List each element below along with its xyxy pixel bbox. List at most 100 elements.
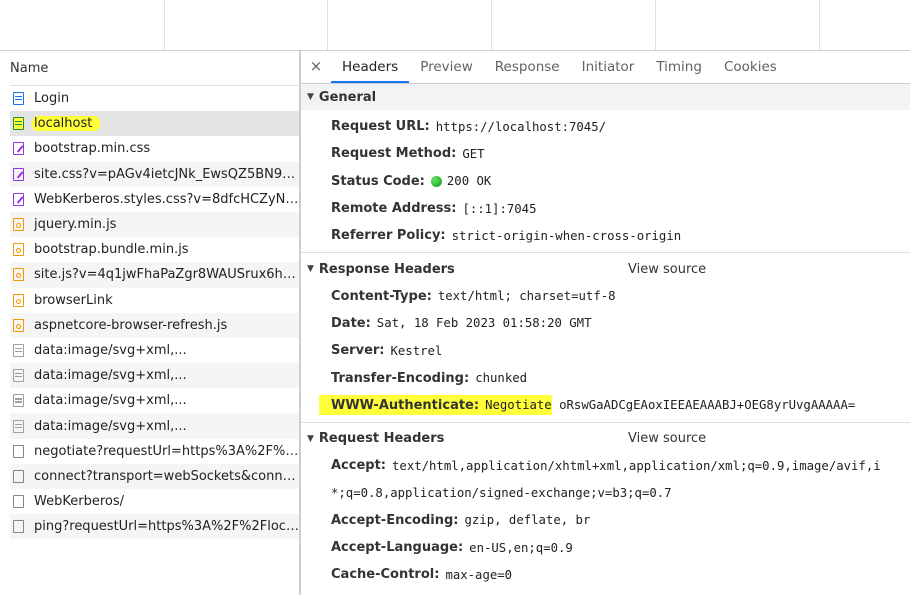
- header-row-transfer-encoding: Transfer-Encoding: chunked: [301, 364, 910, 391]
- request-list: Login localhost bootstrap.min.css site.css?…: [10, 86, 299, 540]
- section-title: General: [318, 89, 377, 105]
- request-headers-header[interactable]: ▼ Request Headers View source: [301, 426, 910, 452]
- request-name: Login: [34, 91, 70, 107]
- header-key: Accept-Language:: [331, 540, 464, 555]
- header-row-date: Date: Sat, 18 Feb 2023 01:58:20 GMT: [301, 310, 910, 337]
- request-name: WebKerberos/: [34, 494, 124, 510]
- file-icon: [13, 520, 24, 534]
- response-headers-section: ▼ Response Headers View source Content-T…: [301, 256, 910, 423]
- header-value: max-age=0: [445, 567, 513, 582]
- section-title: Request Headers: [318, 431, 445, 447]
- header-key: Cache-Control:: [331, 567, 440, 583]
- request-row[interactable]: localhost: [10, 111, 299, 137]
- header-value: text/html; charset=utf-8: [437, 289, 616, 304]
- request-name: bootstrap.bundle.min.js: [34, 242, 189, 258]
- request-name: bootstrap.min.css: [34, 141, 151, 157]
- header-row-referrer-policy: Referrer Policy: strict-origin-when-cros…: [301, 222, 910, 249]
- file-icon: [13, 444, 24, 458]
- status-ok-icon: [430, 175, 442, 187]
- request-row[interactable]: WebKerberos/: [10, 489, 299, 514]
- request-name: localhost: [32, 116, 101, 132]
- image-icon: [13, 394, 24, 408]
- caret-down-icon: ▼: [307, 264, 314, 275]
- request-row[interactable]: bootstrap.bundle.min.js: [10, 237, 299, 262]
- header-key: Accept-Encoding:: [331, 512, 459, 528]
- request-row[interactable]: ping?requestUrl=https%3A%2F%2Floca...: [10, 514, 299, 540]
- header-value: *;q=0.8,application/signed-exchange;v=b3…: [331, 485, 672, 500]
- request-headers-section: ▼ Request Headers View source Accept: te…: [301, 426, 910, 588]
- tab-timing[interactable]: Timing: [645, 59, 713, 83]
- stylesheet-icon: [13, 192, 24, 206]
- image-icon: [13, 343, 24, 357]
- tab-preview[interactable]: Preview: [409, 59, 484, 83]
- view-source-link[interactable]: View source: [628, 431, 706, 446]
- header-row-server: Server: Kestrel: [301, 337, 910, 364]
- header-value-highlighted: Negotiate: [485, 398, 552, 413]
- request-row[interactable]: data:image/svg+xml,...: [10, 338, 299, 363]
- script-icon: [13, 243, 24, 257]
- request-row[interactable]: data:image/svg+xml,...: [10, 413, 299, 439]
- header-value: strict-origin-when-cross-origin: [451, 228, 682, 243]
- name-column-header[interactable]: Name: [10, 51, 299, 86]
- close-icon[interactable]: ×: [301, 57, 331, 83]
- caret-down-icon: ▼: [307, 433, 314, 444]
- tab-headers[interactable]: Headers: [331, 59, 410, 83]
- request-name: site.js?v=4q1jwFhaPaZgr8WAUSrux6hA...: [34, 267, 299, 283]
- request-row[interactable]: aspnetcore-browser-refresh.js: [10, 312, 299, 338]
- stylesheet-icon: [13, 142, 24, 156]
- script-icon: [13, 318, 24, 332]
- header-row-accept-continued: *;q=0.8,application/signed-exchange;v=b3…: [301, 479, 910, 506]
- file-icon: [13, 469, 24, 483]
- general-section-header[interactable]: ▼ General: [301, 84, 910, 110]
- header-key: Content-Type:: [331, 288, 432, 304]
- request-row[interactable]: site.css?v=pAGv4ietcJNk_EwsQZ5BN9-...: [10, 161, 299, 187]
- header-value: GET: [462, 146, 485, 161]
- header-key: Remote Address:: [331, 201, 457, 217]
- tab-response[interactable]: Response: [484, 59, 571, 83]
- general-section: ▼ General Request URL: https://localhost…: [301, 84, 910, 254]
- header-value: Kestrel: [390, 343, 443, 358]
- header-value: gzip, deflate, br: [464, 513, 591, 528]
- request-row[interactable]: jquery.min.js: [10, 211, 299, 238]
- header-row-accept: Accept: text/html,application/xhtml+xml,…: [301, 452, 910, 479]
- request-name: site.css?v=pAGv4ietcJNk_EwsQZ5BN9-...: [34, 166, 299, 182]
- file-icon: [13, 495, 24, 509]
- script-icon: [13, 293, 24, 307]
- header-row-status-code: Status Code: 200 OK: [301, 168, 910, 195]
- request-row[interactable]: site.js?v=4q1jwFhaPaZgr8WAUSrux6hA...: [10, 262, 299, 288]
- header-row-cache-control: Cache-Control: max-age=0: [301, 561, 910, 588]
- header-row-accept-language: Accept-Language: en-US,en;q=0.9: [301, 534, 910, 561]
- timeline-gridline: [491, 0, 492, 50]
- details-tab-bar: × Headers Preview Response Initiator Tim…: [301, 51, 910, 84]
- request-row[interactable]: data:image/svg+xml,...: [10, 363, 299, 389]
- request-row[interactable]: bootstrap.min.css: [10, 136, 299, 161]
- header-value: Sat, 18 Feb 2023 01:58:20 GMT: [376, 316, 592, 331]
- header-value: [::1]:7045: [462, 201, 537, 216]
- header-key: WWW-Authenticate:: [331, 397, 480, 413]
- request-name: data:image/svg+xml,...: [34, 368, 187, 384]
- header-key: Referrer Policy:: [331, 228, 446, 244]
- header-row-accept-encoding: Accept-Encoding: gzip, deflate, br: [301, 507, 910, 534]
- caret-down-icon: ▼: [307, 92, 314, 102]
- header-value: oRswGaADCgEAoxIEEAEAAABJ+OEG8yrUvgAAAAA=: [551, 398, 856, 413]
- request-row[interactable]: data:image/svg+xml,...: [10, 388, 299, 413]
- tab-initiator[interactable]: Initiator: [571, 59, 646, 83]
- request-row[interactable]: negotiate?requestUrl=https%3A%2F%2...: [10, 439, 299, 464]
- tab-cookies[interactable]: Cookies: [713, 59, 788, 83]
- network-timeline-overview[interactable]: [0, 0, 910, 51]
- request-row[interactable]: Login: [10, 86, 299, 111]
- request-details-pane: × Headers Preview Response Initiator Tim…: [301, 51, 910, 595]
- request-name: data:image/svg+xml,...: [34, 393, 187, 409]
- request-row[interactable]: browserLink: [10, 288, 299, 313]
- name-column-label: Name: [10, 60, 49, 76]
- response-headers-header[interactable]: ▼ Response Headers View source: [301, 256, 910, 282]
- header-value: 200 OK: [446, 174, 492, 189]
- view-source-link[interactable]: View source: [628, 262, 706, 277]
- timeline-gridline: [327, 0, 328, 50]
- request-row[interactable]: WebKerberos.styles.css?v=8dfcHCZyNu...: [10, 187, 299, 212]
- header-value: text/html,application/xhtml+xml,applicat…: [392, 458, 881, 473]
- request-row[interactable]: connect?transport=webSockets&conne...: [10, 463, 299, 489]
- header-row-remote-address: Remote Address: [::1]:7045: [301, 195, 910, 222]
- request-name: connect?transport=webSockets&conne...: [34, 468, 299, 484]
- document-icon: [13, 117, 24, 131]
